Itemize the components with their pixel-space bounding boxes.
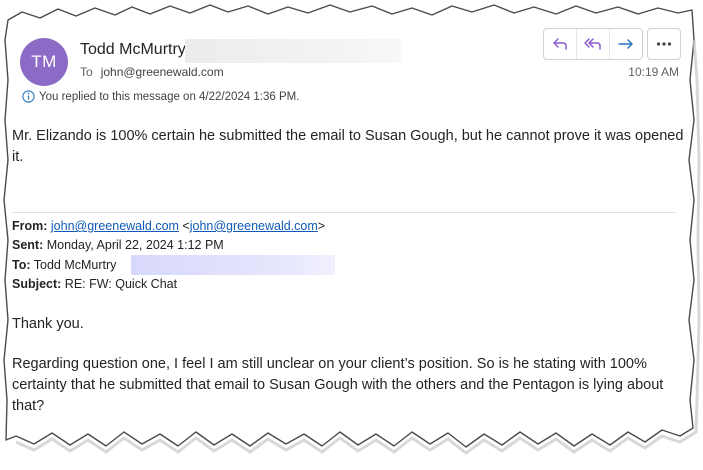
reply-all-button[interactable]	[577, 29, 610, 59]
avatar[interactable]: TM	[20, 38, 68, 86]
received-time: 10:19 AM	[628, 65, 679, 79]
recipient-line: To john@greenewald.com	[80, 65, 224, 79]
quoted-paragraph: Regarding question one, I feel I am stil…	[12, 356, 664, 414]
quoted-from-label: From:	[12, 219, 48, 233]
redacted-sender-email	[185, 39, 401, 63]
quoted-sent-line: Sent: Monday, April 22, 2024 1:12 PM	[12, 238, 224, 252]
quoted-from-email-bracket-link[interactable]: john@greenewald.com	[190, 219, 318, 233]
quoted-sent-label: Sent:	[12, 238, 44, 252]
quoted-to-value: Todd McMurtry	[33, 258, 117, 272]
to-label: To	[80, 65, 93, 79]
message-body: Mr. Elizando is 100% certain he submitte…	[12, 128, 684, 165]
info-icon	[22, 90, 35, 103]
recipient-address[interactable]: john@greenewald.com	[101, 65, 224, 79]
quoted-divider	[12, 212, 676, 213]
avatar-initials: TM	[31, 52, 57, 71]
forward-button[interactable]	[610, 29, 642, 59]
quoted-to-line: To: Todd McMurtry	[12, 258, 116, 272]
message-actions	[543, 28, 643, 60]
redacted-recipient-email	[131, 255, 335, 275]
quoted-subject-value: RE: FW: Quick Chat	[64, 277, 178, 291]
quoted-subject-label: Subject:	[12, 277, 62, 291]
reply-icon	[553, 38, 567, 50]
more-actions-button[interactable]	[647, 28, 681, 60]
quoted-to-label: To:	[12, 258, 31, 272]
quoted-from-line: From: john@greenewald.com <john@greenewa…	[12, 219, 326, 233]
more-icon	[656, 42, 672, 46]
reply-all-icon	[584, 38, 601, 50]
reply-info-bar: You replied to this message on 4/22/2024…	[22, 90, 299, 103]
reply-info-text: You replied to this message on 4/22/2024…	[39, 90, 300, 103]
forward-icon	[618, 39, 633, 49]
reply-button[interactable]	[544, 29, 577, 59]
quoted-greeting: Thank you.	[12, 316, 84, 332]
quoted-subject-line: Subject: RE: FW: Quick Chat	[12, 277, 177, 291]
quoted-from-email-link[interactable]: john@greenewald.com	[51, 219, 179, 233]
sender-name[interactable]: Todd McMurtry	[80, 41, 186, 59]
quoted-sent-value: Monday, April 22, 2024 1:12 PM	[46, 238, 224, 252]
